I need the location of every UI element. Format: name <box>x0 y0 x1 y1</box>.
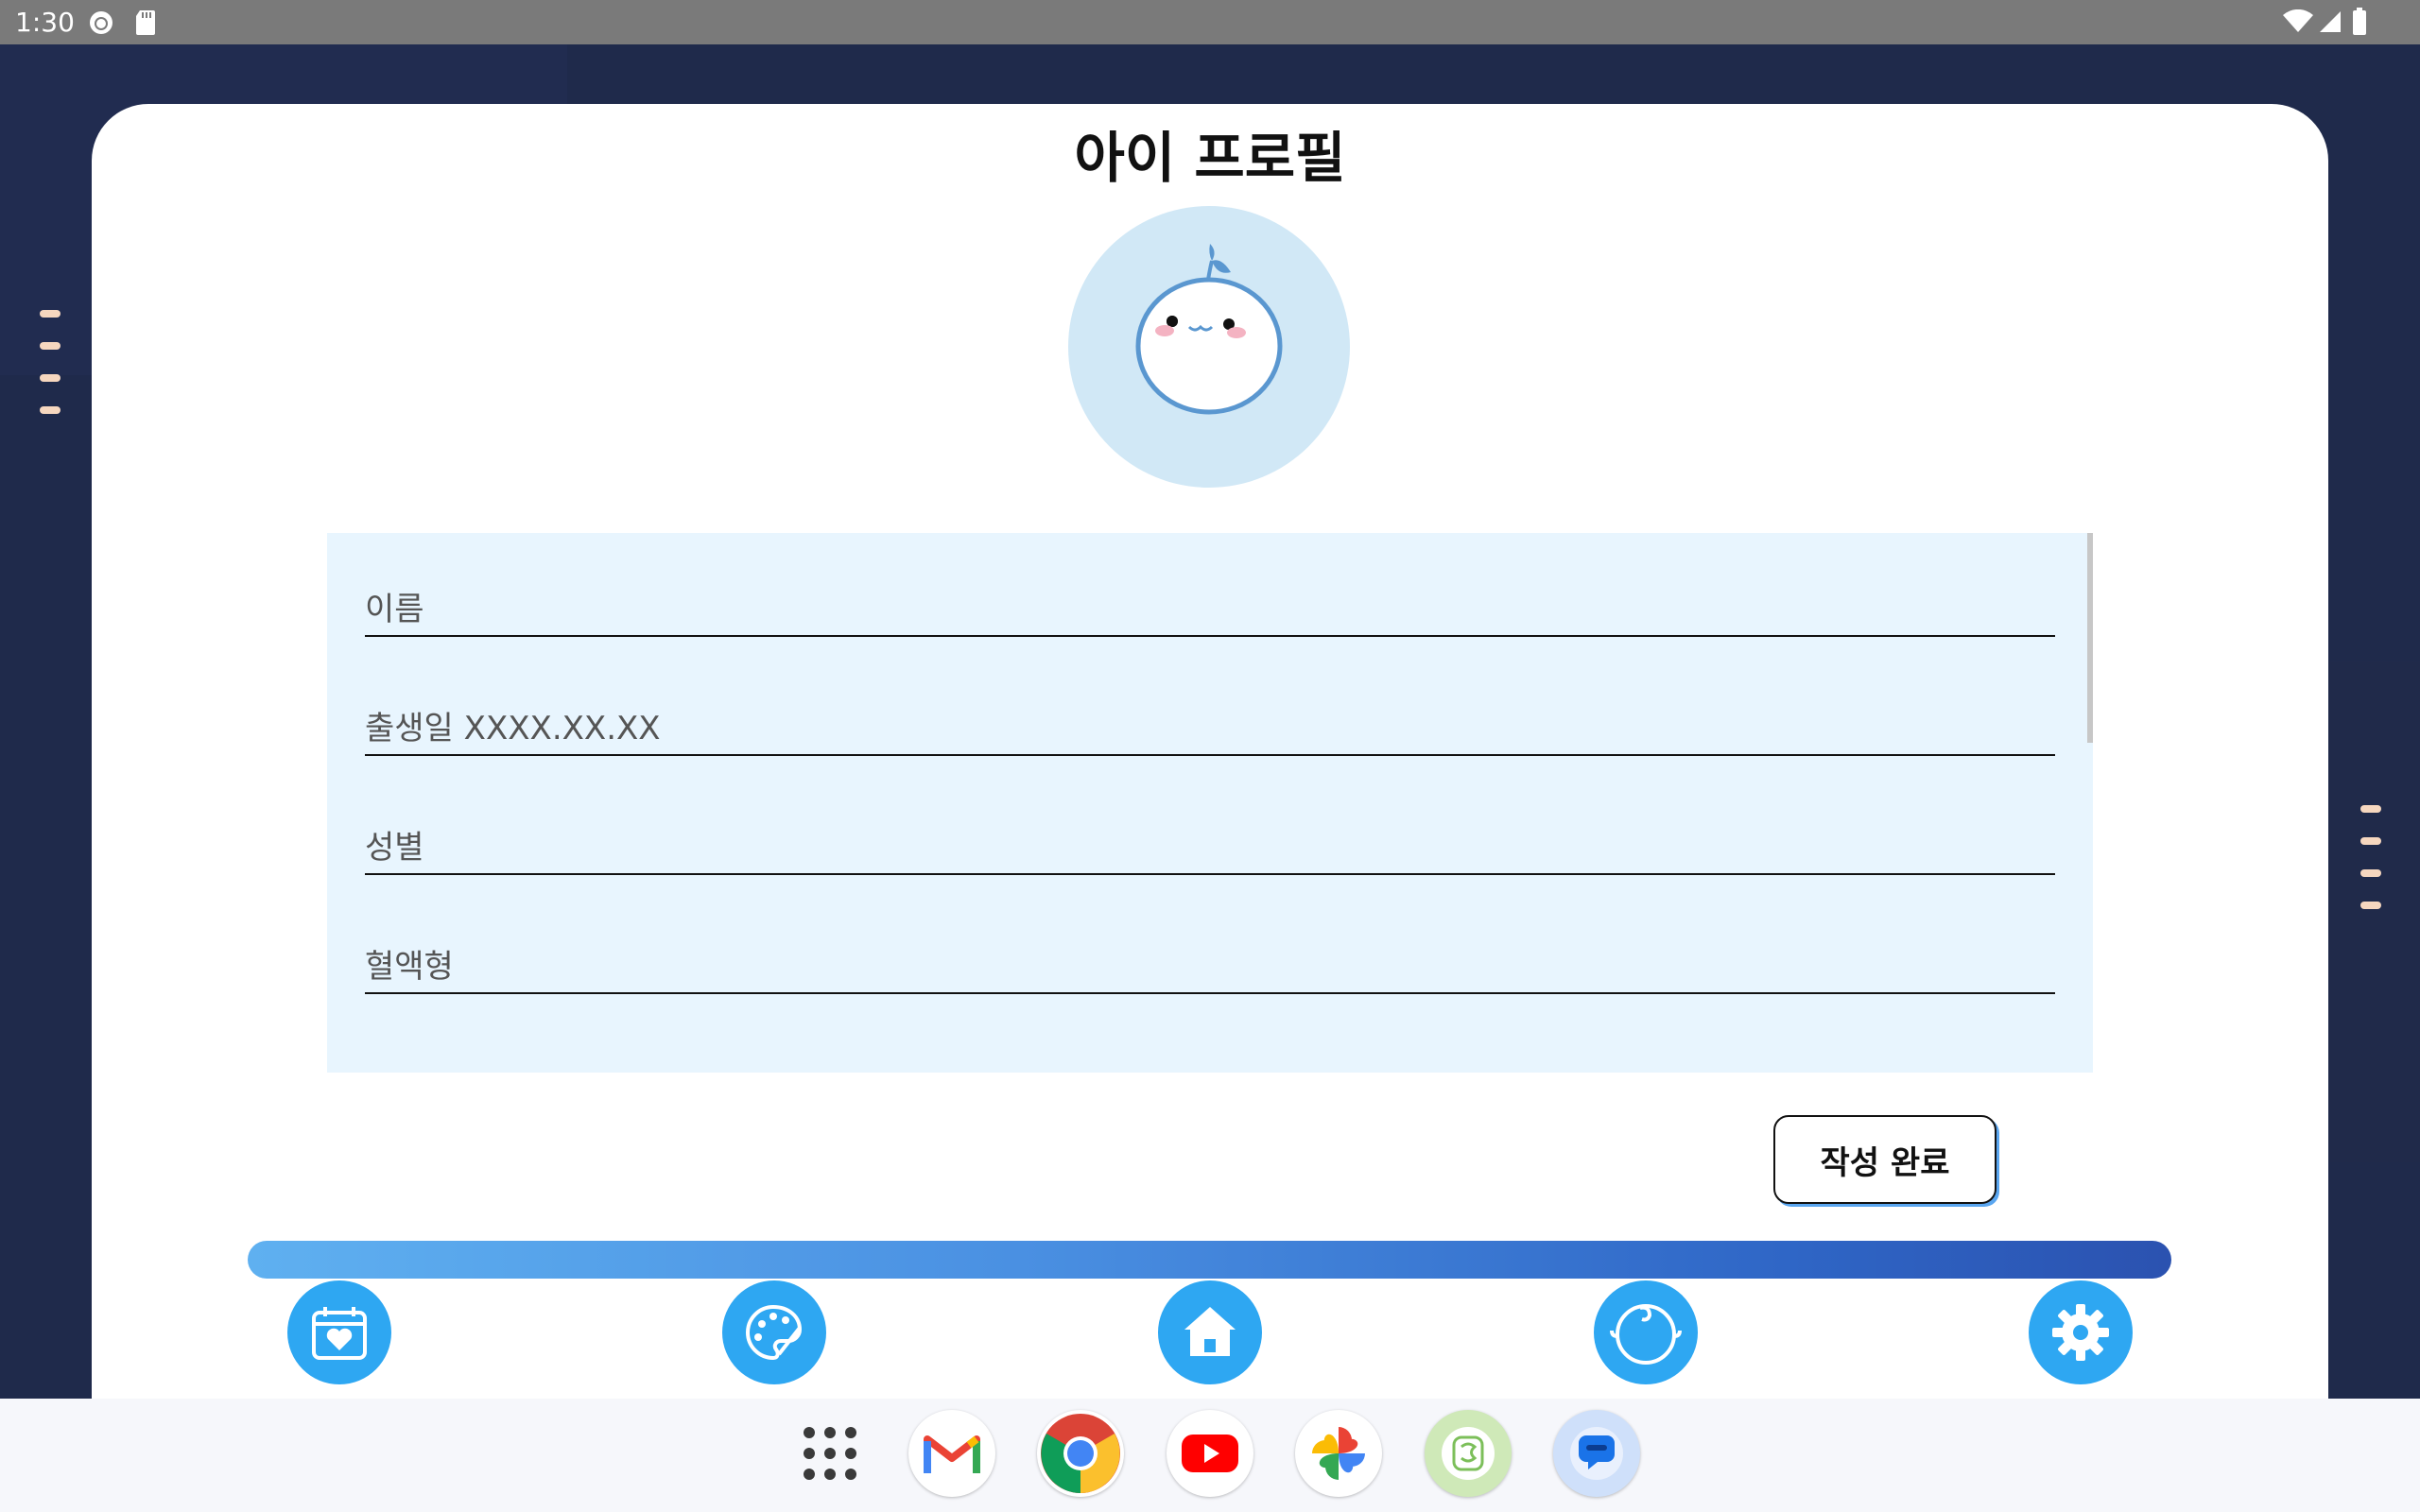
progress-bar <box>248 1241 2171 1279</box>
app-grid-icon <box>804 1427 856 1480</box>
nav-art-button[interactable] <box>722 1280 826 1384</box>
battery-icon <box>2352 8 2367 40</box>
blood-type-field[interactable]: 혈액형 <box>365 948 2055 994</box>
nav-calendar-button[interactable] <box>287 1280 391 1384</box>
blood-type-placeholder: 혈액형 <box>365 948 454 986</box>
calendar-heart-icon <box>312 1307 367 1360</box>
profile-form: 이름 출생일 XXXX.XX.XX 성별 혈액형 <box>327 533 2093 1073</box>
name-field[interactable]: 이름 <box>365 591 2055 637</box>
decor-dot <box>2360 902 2381 909</box>
decor-dot <box>2360 837 2381 845</box>
youtube-app[interactable] <box>1167 1410 1253 1497</box>
decor-dot <box>40 374 60 382</box>
palette-icon <box>746 1304 803 1361</box>
avatar[interactable] <box>1068 206 1350 488</box>
gear-icon <box>2052 1304 2109 1361</box>
decor-dot <box>2360 869 2381 877</box>
nav-home-button[interactable] <box>1158 1280 1262 1384</box>
photos-app[interactable] <box>1295 1410 1382 1497</box>
left-edge-dots <box>40 310 60 414</box>
messages-icon <box>1570 1427 1623 1480</box>
scrollbar[interactable] <box>2087 533 2093 743</box>
status-time: 1:30 <box>15 7 75 38</box>
decor-dot <box>2360 805 2381 813</box>
nav-baby-button[interactable] <box>1594 1280 1698 1384</box>
home-icon <box>1184 1307 1236 1356</box>
gender-placeholder: 성별 <box>365 829 424 867</box>
birthdate-field[interactable]: 출생일 XXXX.XX.XX <box>365 710 2055 756</box>
birthdate-placeholder: 출생일 XXXX.XX.XX <box>365 710 661 747</box>
gender-field[interactable]: 성별 <box>365 829 2055 875</box>
right-edge-dots <box>2360 805 2381 909</box>
status-bar: 1:30 <box>0 0 2420 44</box>
decor-dot <box>40 310 60 318</box>
notification-icon <box>87 9 115 41</box>
baby-face-icon <box>1610 1304 1682 1365</box>
app-icon <box>1442 1427 1495 1480</box>
youtube-icon <box>1182 1435 1238 1472</box>
decor-dot <box>40 342 60 350</box>
page-title: 아이 프로필 <box>1074 126 1346 190</box>
gmail-icon <box>924 1435 980 1473</box>
wifi-icon <box>2282 9 2314 38</box>
name-placeholder: 이름 <box>365 591 424 628</box>
app-drawer-button[interactable] <box>800 1423 860 1484</box>
chrome-icon <box>1041 1414 1120 1493</box>
decor-dot <box>40 406 60 414</box>
nav-settings-button[interactable] <box>2029 1280 2133 1384</box>
sprout-character-icon <box>1135 244 1283 415</box>
sd-card-icon <box>134 9 157 41</box>
messages-app[interactable] <box>1553 1410 1640 1497</box>
chrome-app[interactable] <box>1037 1410 1124 1497</box>
submit-button[interactable]: 작성 완료 <box>1773 1115 1996 1204</box>
photos-icon <box>1312 1427 1365 1480</box>
signal-icon <box>2318 9 2342 38</box>
green-app[interactable] <box>1425 1410 1512 1497</box>
gmail-app[interactable] <box>908 1410 995 1497</box>
